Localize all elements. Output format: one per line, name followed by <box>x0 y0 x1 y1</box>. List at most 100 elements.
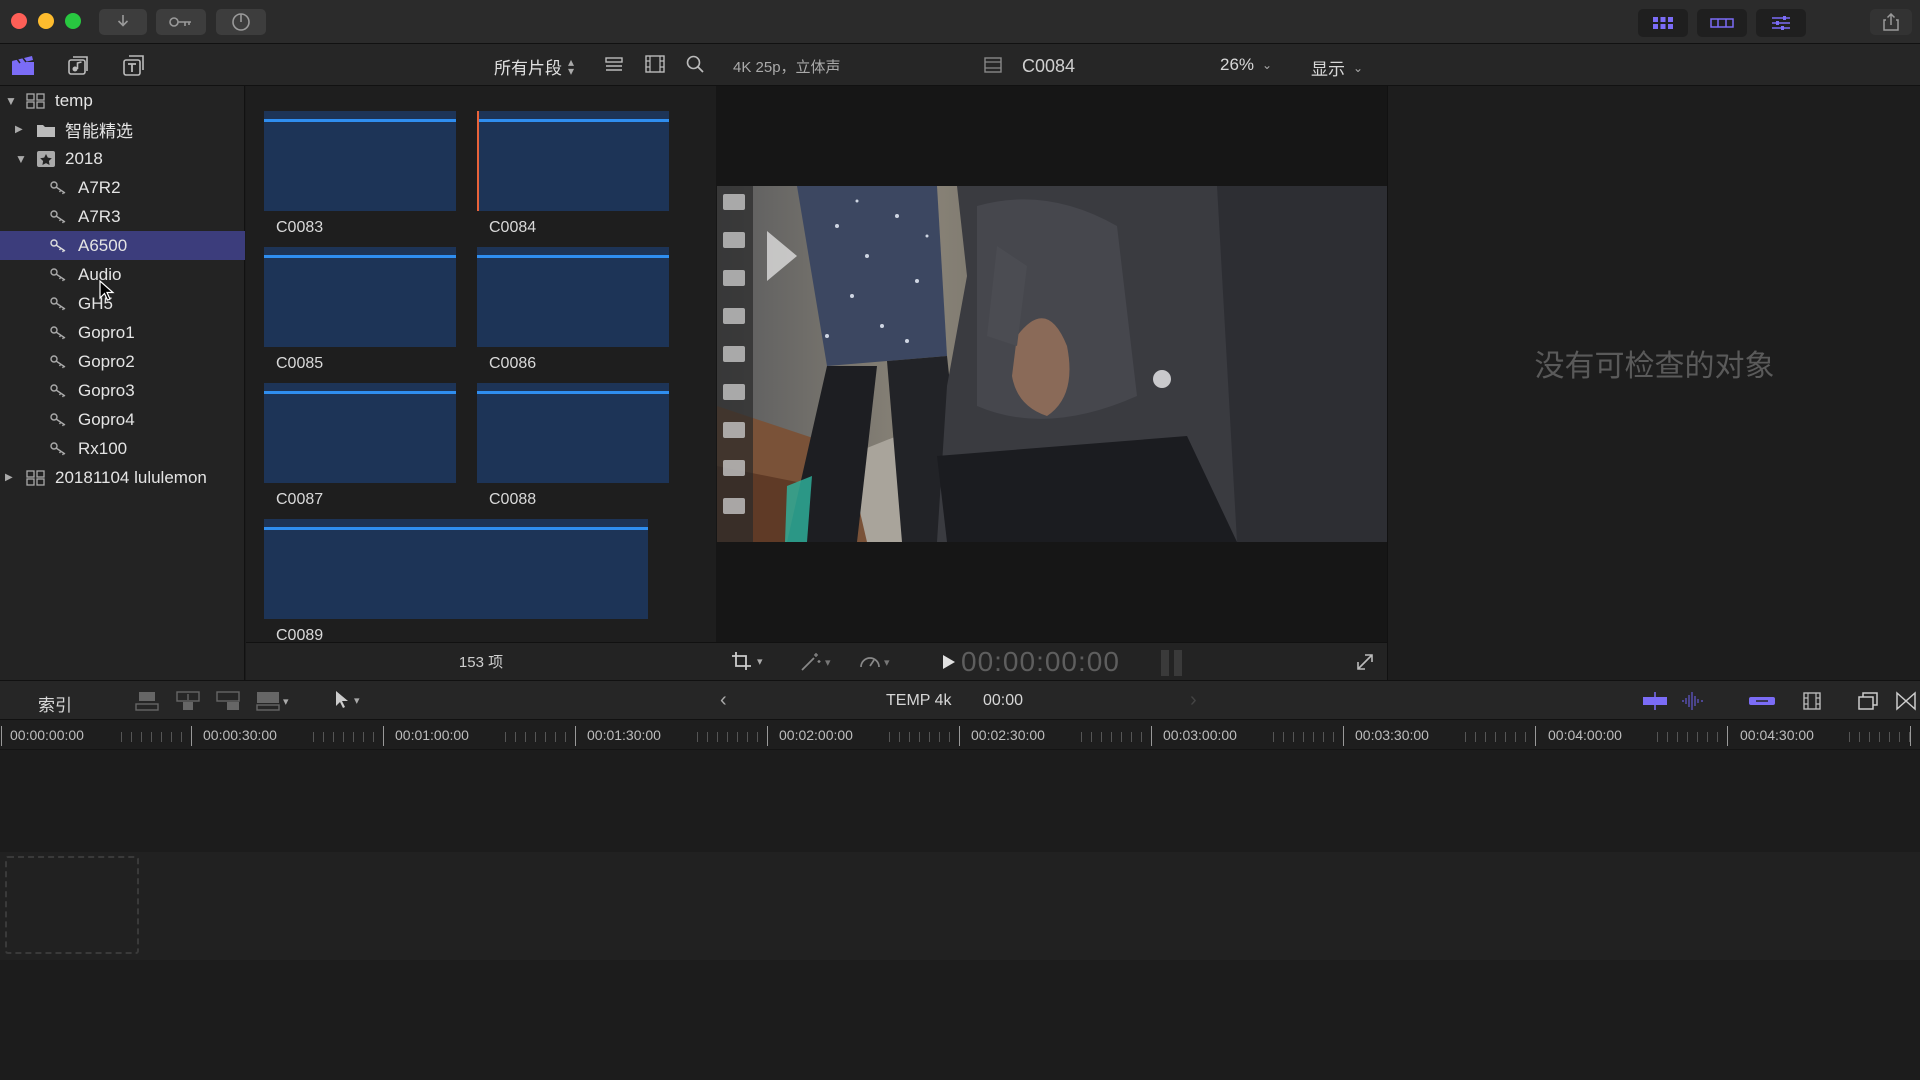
folder-icon <box>35 121 57 139</box>
clip-appearance-button[interactable] <box>605 56 623 77</box>
ruler-major-tick <box>1343 726 1344 746</box>
show-browser-button[interactable] <box>1638 9 1688 37</box>
disclosure-collapsed-icon[interactable]: ▶ <box>15 124 25 135</box>
keyword-collection-gopro3[interactable]: Gopro3 <box>0 376 245 405</box>
audio-skimming-button[interactable] <box>1680 692 1704 715</box>
retime-dropdown[interactable]: ▾ <box>859 652 890 672</box>
timeline-forward-button[interactable]: › <box>1190 689 1197 712</box>
ruler-major-tick <box>1535 726 1536 746</box>
clip-thumbnail[interactable]: C0089 <box>264 519 654 645</box>
timeline-track-area[interactable] <box>0 750 1920 1080</box>
timeline-back-button[interactable]: ‹ <box>720 689 727 712</box>
solo-button[interactable] <box>1748 692 1776 715</box>
ruler-major-tick <box>1910 726 1911 746</box>
enhance-dropdown[interactable]: ▾ <box>800 652 831 672</box>
clip-thumbnail[interactable]: C0084 <box>477 111 669 237</box>
share-button[interactable] <box>1870 9 1912 35</box>
insert-clip-icon <box>176 691 200 710</box>
ruler-minor-tick <box>757 732 758 742</box>
background-tasks-button[interactable] <box>216 9 266 35</box>
clip-filmstrip <box>477 247 669 347</box>
minimize-window-button[interactable] <box>38 13 54 29</box>
viewer-video-frame[interactable] <box>717 186 1387 542</box>
filmstrip-view-button[interactable] <box>645 55 665 78</box>
project-duration: 00:00 <box>983 692 1024 709</box>
play-button[interactable] <box>940 654 956 675</box>
ruler-minor-tick <box>1687 732 1688 742</box>
photos-audio-tab[interactable] <box>65 53 91 82</box>
titles-generators-tab[interactable] <box>121 53 147 82</box>
timecode-display[interactable]: 00:00:00:00 <box>961 646 1120 678</box>
ruler-minor-tick <box>1333 732 1334 742</box>
search-button[interactable] <box>686 55 704 78</box>
tools-dropdown[interactable]: ▾ <box>334 690 360 710</box>
keyword-collection-rx100[interactable]: Rx100 <box>0 434 245 463</box>
libraries-sidebar: ▼ temp ▶ 智能精选 ▼ 2018 A7R2 A7R3 A6500 Aud… <box>0 86 245 680</box>
zoom-dropdown[interactable]: 26% ⌄ <box>1220 55 1272 75</box>
library-icon <box>25 92 47 110</box>
disclosure-collapsed-icon[interactable]: ▶ <box>5 472 15 483</box>
append-clip-button[interactable] <box>215 690 241 717</box>
clip-thumbnail[interactable]: C0086 <box>477 247 669 373</box>
library-row-20181104-lululemon[interactable]: ▶ 20181104 lululemon <box>0 463 245 492</box>
library-label: 20181104 lululemon <box>55 467 207 487</box>
ruler-minor-tick <box>929 732 930 742</box>
view-options-dropdown[interactable]: 显示 ⌄ <box>1311 55 1363 80</box>
clip-thumbnail[interactable]: C0087 <box>264 383 456 509</box>
ruler-minor-tick <box>1273 732 1274 742</box>
audio-meter-left <box>1161 650 1169 676</box>
clip-thumbnail[interactable]: C0085 <box>264 247 456 373</box>
show-timeline-button[interactable] <box>1697 9 1747 37</box>
video-only-skimming-button[interactable] <box>1642 692 1668 715</box>
disclosure-expanded-icon[interactable]: ▼ <box>5 95 17 107</box>
library-row-temp[interactable]: ▼ temp <box>0 86 245 115</box>
share-icon <box>1883 13 1899 31</box>
keywords-button[interactable] <box>156 9 206 35</box>
connect-clip-button[interactable] <box>134 690 160 717</box>
timeline-index-button[interactable]: 索引 <box>38 691 72 716</box>
primary-storyline[interactable] <box>0 852 1920 960</box>
keyword-collection-icon <box>48 237 70 255</box>
keyword-collection-gh5[interactable]: GH5 <box>0 289 245 318</box>
library-row-smart-collections[interactable]: ▶ 智能精选 <box>0 115 245 144</box>
keyword-collection-gopro1[interactable]: Gopro1 <box>0 318 245 347</box>
libraries-tab[interactable] <box>10 53 36 82</box>
overwrite-clip-dropdown[interactable]: ▾ <box>255 690 289 712</box>
clip-filter-dropdown[interactable]: 所有片段 ▴ ▾ <box>494 54 574 79</box>
disclosure-expanded-icon[interactable]: ▼ <box>15 153 27 165</box>
crop-tool-dropdown[interactable]: ▾ <box>731 651 763 671</box>
insert-clip-button[interactable] <box>175 690 201 717</box>
clip-thumbnail[interactable]: C0083 <box>264 111 456 237</box>
keyword-collection-a7r2[interactable]: A7R2 <box>0 173 245 202</box>
ruler-minor-tick <box>1141 732 1142 742</box>
keyword-collection-gopro2[interactable]: Gopro2 <box>0 347 245 376</box>
library-label: 智能精选 <box>65 122 133 141</box>
clip-appearance-timeline-button[interactable] <box>1802 691 1822 716</box>
import-media-button[interactable] <box>99 9 147 35</box>
keyword-collection-a7r3[interactable]: A7R3 <box>0 202 245 231</box>
keyword-collection-audio[interactable]: Audio <box>0 260 245 289</box>
ruler-minor-tick <box>141 732 142 742</box>
close-window-button[interactable] <box>11 13 27 29</box>
inspector-empty-message: 没有可检查的对象 <box>1534 350 1775 383</box>
show-inspector-button[interactable] <box>1756 9 1806 37</box>
keyword-collection-gopro4[interactable]: Gopro4 <box>0 405 245 434</box>
ruler-minor-tick <box>949 732 950 742</box>
ruler-major-tick <box>1151 726 1152 746</box>
transitions-browser-button[interactable] <box>1896 691 1916 716</box>
ruler-minor-tick <box>313 732 314 742</box>
progress-icon <box>232 13 250 31</box>
fullscreen-button[interactable] <box>1356 653 1374 676</box>
ruler-minor-tick <box>1101 732 1102 742</box>
ruler-minor-tick <box>707 732 708 742</box>
crop-icon <box>732 652 751 670</box>
ruler-minor-tick <box>737 732 738 742</box>
empty-storyline-drop-zone[interactable] <box>5 856 139 954</box>
effects-browser-button[interactable] <box>1858 691 1880 716</box>
keyword-collection-a6500[interactable]: A6500 <box>0 231 245 260</box>
library-row-2018[interactable]: ▼ 2018 <box>0 144 245 173</box>
zoom-window-button[interactable] <box>65 13 81 29</box>
timeline-ruler: 00:00:00:00 00:00:30:00 00:01:00:00 00:0… <box>0 720 1920 750</box>
clip-filmstrip <box>264 111 456 211</box>
clip-thumbnail[interactable]: C0088 <box>477 383 669 509</box>
